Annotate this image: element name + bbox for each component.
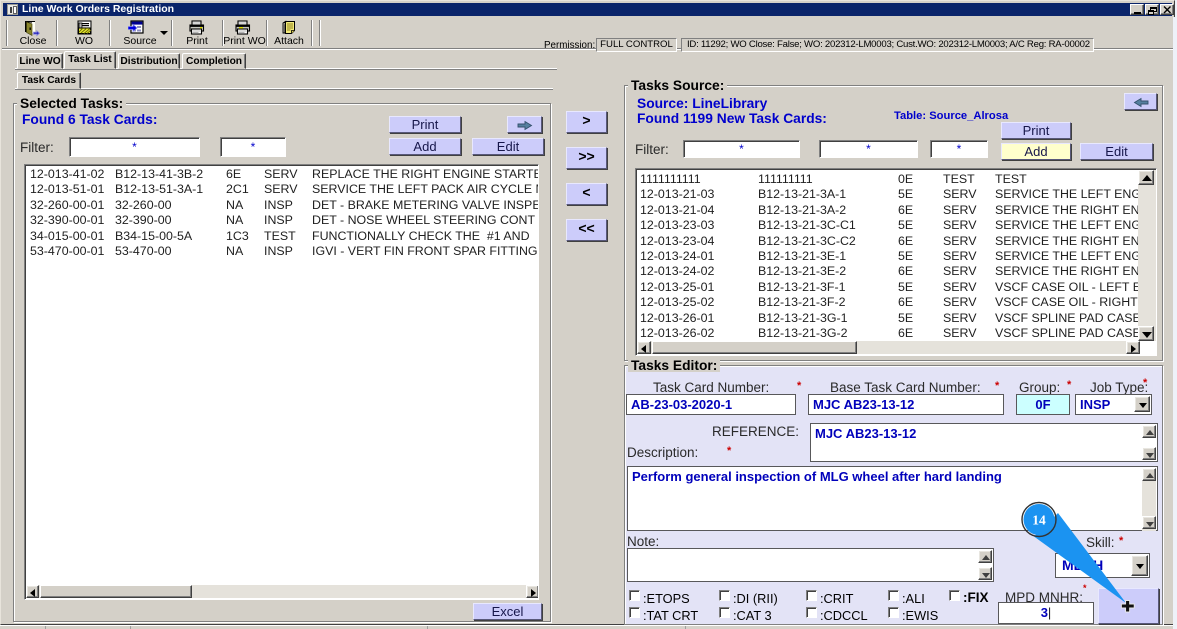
svg-text:14: 14 <box>1032 513 1046 528</box>
